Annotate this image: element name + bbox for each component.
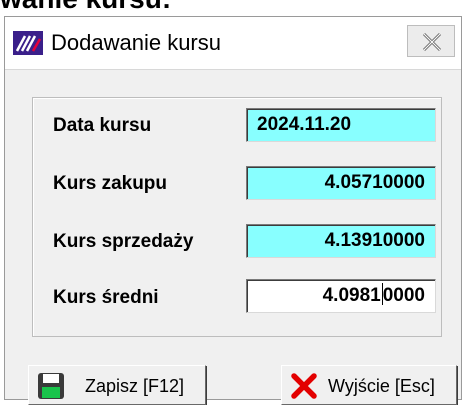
label-kurs-zakupu: Kurs zakupu bbox=[53, 173, 168, 194]
kurs-sprzedazy-input[interactable]: 4.13910000 bbox=[246, 224, 436, 258]
label-kurs-sredni: Kurs średni bbox=[53, 287, 159, 308]
background-heading-fragment: wanie kursu: bbox=[0, 0, 464, 16]
close-button[interactable] bbox=[407, 25, 455, 57]
app-logo-icon bbox=[13, 31, 43, 55]
exit-button-label: Wyjście [Esc] bbox=[328, 376, 435, 396]
label-kurs-sprzedazy: Kurs sprzedaży bbox=[53, 231, 194, 252]
title-bar: Dodawanie kursu bbox=[5, 17, 461, 70]
kurs-sredni-value-part1: 4.0981 bbox=[322, 285, 381, 306]
red-x-icon bbox=[290, 372, 318, 405]
kurs-sredni-input[interactable]: 4.0981 0000 bbox=[246, 279, 436, 313]
data-kursu-input[interactable]: 2024.11.20 bbox=[246, 108, 436, 142]
floppy-disk-icon bbox=[37, 372, 65, 405]
save-button-label: Zapisz [F12] bbox=[85, 376, 185, 396]
exit-button[interactable]: Wyjście [Esc] bbox=[281, 365, 457, 405]
save-button[interactable]: Zapisz [F12] bbox=[28, 365, 206, 405]
label-data-kursu: Data kursu bbox=[53, 115, 152, 136]
kurs-zakupu-input[interactable]: 4.05710000 bbox=[246, 166, 436, 200]
window-title: Dodawanie kursu bbox=[51, 30, 221, 55]
kurs-sredni-value-part2: 0000 bbox=[382, 285, 425, 306]
dialog-window: Dodawanie kursu Data kursu 2024.11.20 Ku… bbox=[4, 16, 462, 405]
